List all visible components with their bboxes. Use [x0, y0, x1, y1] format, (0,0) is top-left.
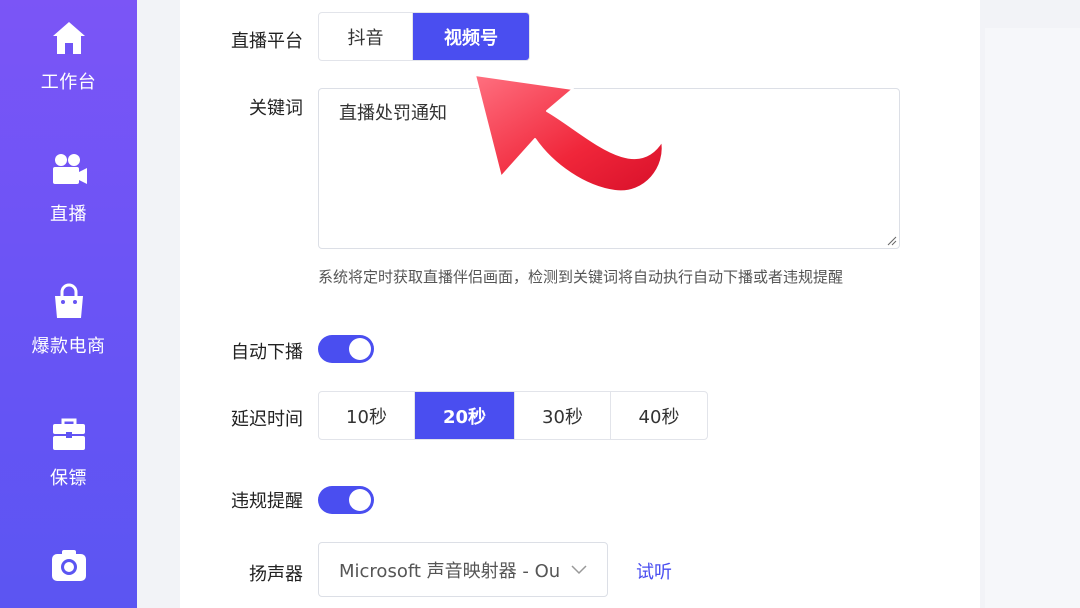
- home-icon: [52, 22, 85, 54]
- sidebar-item-label: 直播: [50, 204, 87, 225]
- chevron-down-icon: [571, 564, 587, 574]
- keyword-value: 直播处罚通知: [339, 103, 447, 124]
- toggle-knob: [349, 489, 371, 511]
- platform-option-douyin[interactable]: 抖音: [319, 13, 413, 60]
- auto-offline-label: 自动下播: [231, 342, 303, 363]
- delay-selector: 10秒 20秒 30秒 40秒: [318, 391, 708, 440]
- delay-option-10s[interactable]: 10秒: [319, 392, 415, 439]
- sidebar-item-workbench[interactable]: 工作台: [0, 18, 137, 94]
- sidebar-item-hot-ecommerce[interactable]: 爆款电商: [0, 282, 137, 358]
- keyword-textarea[interactable]: 直播处罚通知: [318, 88, 900, 249]
- sidebar: 工作台 直播 爆款电商 保镖: [0, 0, 137, 608]
- right-panel: [985, 28, 1080, 608]
- camera-icon: [51, 550, 86, 581]
- speaker-label: 扬声器: [249, 564, 303, 585]
- delay-option-30s[interactable]: 30秒: [515, 392, 611, 439]
- sidebar-item-bodyguard[interactable]: 保镖: [0, 414, 137, 490]
- platform-option-shipinhao[interactable]: 视频号: [413, 13, 529, 60]
- speaker-select[interactable]: Microsoft 声音映射器 - Ou: [318, 542, 608, 597]
- sidebar-item-live[interactable]: 直播: [0, 150, 137, 226]
- sidebar-item-label: 爆款电商: [31, 336, 106, 357]
- platform-selector: 抖音 视频号: [318, 12, 530, 61]
- delay-option-40s[interactable]: 40秒: [611, 392, 707, 439]
- violation-alert-label: 违规提醒: [231, 491, 303, 512]
- sidebar-item-label: 工作台: [40, 72, 97, 93]
- shopping-bag-icon: [54, 283, 83, 318]
- sidebar-item-camera[interactable]: [0, 545, 137, 585]
- platform-label: 直播平台: [231, 31, 303, 52]
- violation-alert-toggle[interactable]: [318, 486, 374, 514]
- auto-offline-toggle[interactable]: [318, 335, 374, 363]
- speaker-select-value: Microsoft 声音映射器 - Ou: [339, 560, 561, 582]
- sidebar-item-label: 保镖: [50, 468, 87, 489]
- resize-grip-icon[interactable]: [887, 236, 897, 246]
- delay-label: 延迟时间: [231, 409, 303, 430]
- keyword-label: 关键词: [249, 98, 303, 119]
- video-camera-icon: [52, 154, 87, 184]
- delay-option-20s[interactable]: 20秒: [415, 392, 515, 439]
- briefcase-icon: [52, 418, 85, 450]
- keyword-hint: 系统将定时获取直播伴侣画面，检测到关键词将自动执行自动下播或者违规提醒: [318, 268, 844, 286]
- speaker-preview-link[interactable]: 试听: [636, 558, 672, 584]
- toggle-knob: [349, 338, 371, 360]
